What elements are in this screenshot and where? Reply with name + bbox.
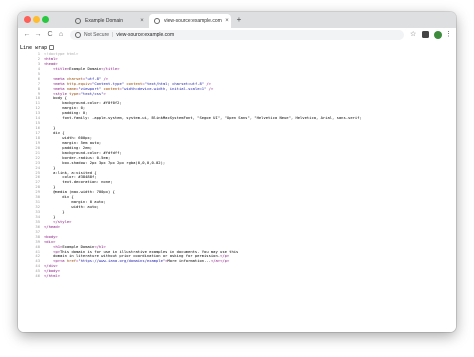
navigation-toolbar: ← → C ⌂ Not Secure | view-source:example… [18,28,456,43]
globe-icon [154,18,160,24]
tab-bar: Example Domain × view-source:example.com… [18,12,456,28]
menu-icon[interactable]: ⋮ [445,29,452,41]
tab-view-source[interactable]: view-source:example.com × [149,14,231,28]
line-number: 46 [35,273,40,279]
url-text[interactable]: view-source:example.com [116,32,174,38]
info-icon[interactable] [75,32,81,38]
line-text: </html> [44,273,61,279]
extension-icon[interactable] [422,31,429,38]
source-code: 1 <!doctype html> 2 <html> 3 <head> 4 <title>E… [18,51,456,279]
globe-icon [75,18,81,24]
minimize-window-button[interactable] [33,16,40,23]
source-viewer: Line wrap 1 <!doctype html> 2 <html> 3 <head>… [18,42,456,332]
reload-button[interactable]: C [45,29,55,41]
forward-button[interactable]: → [33,29,43,41]
tab-close-icon[interactable]: × [223,18,231,24]
line-text: box-shadow: 2px 3px 7px 2px rgba(0,0,0,0… [44,159,166,165]
tab-example-domain[interactable]: Example Domain × [70,14,146,28]
back-button[interactable]: ← [22,29,32,41]
bookmark-star-icon[interactable]: ☆ [410,29,416,41]
address-bar[interactable]: Not Secure | view-source:example.com [70,30,404,40]
new-tab-button[interactable]: + [234,14,244,26]
line-text: <title>Example Domain</title> [53,65,120,71]
browser-window: Example Domain × view-source:example.com… [18,12,456,332]
home-button[interactable]: ⌂ [56,29,66,41]
line-wrap-checkbox[interactable] [49,45,55,50]
profile-avatar[interactable] [434,31,442,39]
tab-label: view-source:example.com [164,18,222,24]
line-text: font-family: -apple-system, system-ui, B… [44,115,362,121]
line-text: </head> [44,223,61,229]
tab-close-icon[interactable]: × [138,18,146,24]
security-label: Not Secure [84,32,110,38]
tab-label: Example Domain [85,18,124,24]
source-line: 46 </html> [18,273,456,279]
close-window-button[interactable] [24,16,31,23]
separator: | [112,32,114,38]
line-wrap-label: Line wrap [20,44,48,51]
line-text: <p><a href="https://www.iana.org/domains… [53,258,230,264]
maximize-window-button[interactable] [42,16,49,23]
line-wrap-control: Line wrap [20,44,55,51]
